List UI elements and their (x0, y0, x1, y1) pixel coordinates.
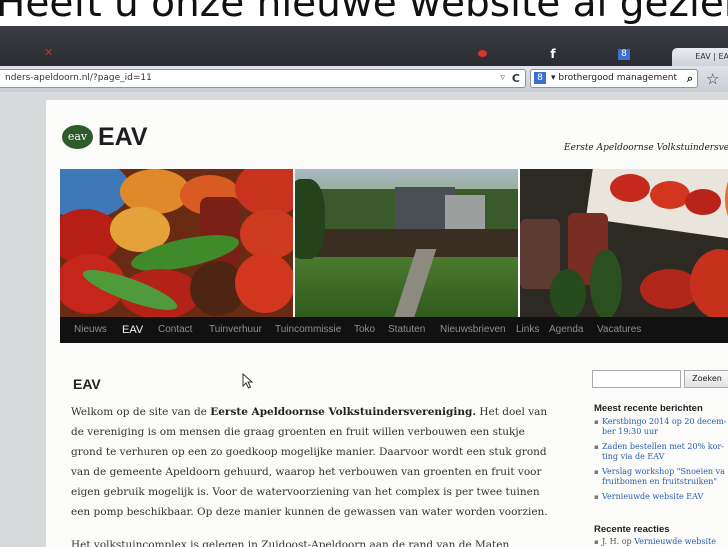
preserves-photo (520, 169, 728, 317)
main-menu: Nieuws EAV Contact Tuinverhuur Tuincommi… (60, 317, 728, 343)
url-dropdown-icon[interactable]: ▿ (500, 70, 505, 87)
address-bar[interactable]: nders-apeldoorn.nl/?page_id=11 ▿ C (0, 69, 526, 88)
menu-item-statuten[interactable]: Statuten (388, 317, 425, 343)
recent-post-link[interactable]: Kerstbingo 2014 op 20 decem-ber 19:30 uu… (594, 417, 728, 437)
search-tab-icon[interactable]: 8 (618, 49, 630, 60)
comment-link[interactable]: Vernieuwde website (634, 537, 716, 546)
garden-photo (295, 169, 518, 317)
page-sheet: eav EAV Eerste Apeldoornse Volkstuinders… (46, 100, 728, 547)
bookmark-star-icon[interactable]: ☆ (706, 70, 719, 88)
menu-item-links[interactable]: Links (516, 317, 539, 343)
page-viewport: eav EAV Eerste Apeldoornse Volkstuinders… (0, 92, 728, 547)
menu-item-vacatures[interactable]: Vacatures (597, 317, 641, 343)
search-button[interactable]: Zoeken (684, 370, 728, 388)
logo-text: EAV (98, 123, 148, 151)
recent-post-link[interactable]: Verslag workshop "Snoeien vafruitbomen e… (594, 467, 728, 487)
menu-item-eav[interactable]: EAV (122, 317, 143, 343)
sidebar-search-input[interactable] (592, 370, 681, 388)
association-name: Eerste Apeldoornse Volkstuindersverenigi… (210, 406, 476, 418)
reload-icon[interactable]: C (512, 70, 520, 87)
location-paragraph: Het volkstuincomplex is gelegen in Zuido… (71, 539, 513, 547)
main-content: Welkom op de site van de Eerste Apeldoor… (71, 402, 551, 547)
page-title: EAV (73, 376, 101, 392)
caption-overlay: Heeft u onze nieuwe website al gezien? (0, 0, 728, 28)
menu-item-agenda[interactable]: Agenda (549, 317, 583, 343)
recent-posts-list: Kerstbingo 2014 op 20 decem-ber 19:30 uu… (594, 417, 728, 507)
vegetables-photo (60, 169, 293, 317)
menu-item-nieuwsbrieven[interactable]: Nieuwsbrieven (440, 317, 506, 343)
tab-strip: ✕ f 8 EAV | EAV (0, 26, 728, 66)
search-engine-icon[interactable]: 8 (534, 72, 546, 84)
recent-comment: J. H. op Vernieuwde website (594, 537, 728, 547)
menu-item-contact[interactable]: Contact (158, 317, 192, 343)
logo-badge: eav (62, 125, 93, 149)
search-icon[interactable]: ⌕ (687, 70, 693, 87)
mouse-cursor-icon (242, 373, 254, 389)
site-tagline: Eerste Apeldoornse Volkstuindersverenigi… (564, 143, 728, 153)
navigation-toolbar: nders-apeldoorn.nl/?page_id=11 ▿ C 8 ▾ b… (0, 66, 728, 93)
header-banner (60, 169, 728, 317)
tab-favicon-icon[interactable] (478, 50, 487, 57)
intro-paragraph: Welkom op de site van de Eerste Apeldoor… (71, 406, 548, 518)
recent-comments-heading: Recente reacties (594, 524, 670, 535)
recent-comments-list: J. H. op Vernieuwde website (594, 537, 728, 547)
tab-close-icon[interactable]: ✕ (44, 46, 53, 59)
menu-item-nieuws[interactable]: Nieuws (74, 317, 107, 343)
tab-eav[interactable]: EAV | EAV (672, 48, 728, 66)
comment-author: J. H. op (602, 537, 632, 546)
search-text: ▾ brothergood management (551, 73, 677, 83)
recent-posts-heading: Meest recente berichten (594, 403, 703, 414)
recent-post-link[interactable]: Vernieuwde website EAV (594, 492, 728, 502)
search-box[interactable]: 8 ▾ brothergood management ⌕ (530, 69, 698, 88)
url-text: nders-apeldoorn.nl/?page_id=11 (5, 73, 152, 83)
recent-post-link[interactable]: Zaden bestellen met 20% kor-ting via de … (594, 442, 728, 462)
menu-item-toko[interactable]: Toko (354, 317, 375, 343)
facebook-tab-icon[interactable]: f (547, 48, 559, 60)
menu-item-tuinverhuur[interactable]: Tuinverhuur (209, 317, 262, 343)
menu-item-tuincommissie[interactable]: Tuincommissie (275, 317, 341, 343)
